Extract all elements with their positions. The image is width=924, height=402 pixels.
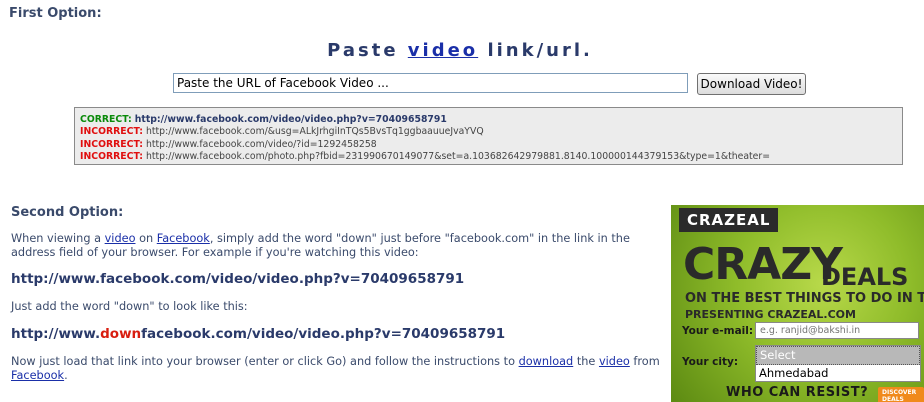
example-url: http://www.facebook.com/video/video.php?… (134, 114, 447, 125)
ad-headline-crazy: CRAZY (683, 239, 843, 290)
url2-down-highlight: down (100, 326, 142, 342)
url-example-row: INCORRECT: http://www.facebook.com/photo… (80, 151, 902, 163)
url-example-row: INCORRECT: http://www.facebook.com/video… (80, 139, 902, 151)
url-example-row: CORRECT: http://www.facebook.com/video/v… (80, 114, 902, 126)
example-url-original: http://www.facebook.com/video/video.php?… (11, 271, 465, 287)
download-video-button[interactable]: Download Video! (697, 73, 806, 95)
url-examples-box: CORRECT: http://www.facebook.com/video/v… (74, 107, 903, 165)
download-link[interactable]: download (519, 355, 574, 368)
url2-prefix: http://www. (11, 326, 101, 342)
ad-resist-text: WHO CAN RESIST? (726, 385, 869, 400)
ad-presenting: PRESENTING CRAZEAL.COM (685, 308, 856, 321)
video-url-input[interactable] (173, 73, 688, 93)
p1-text-1: When viewing a (11, 232, 105, 245)
url2-rest: facebook.com/video/video.php?v=704096587… (141, 326, 506, 342)
paste-video-instruction: Paste video link/url. (0, 40, 924, 61)
ad-city-select[interactable]: Select Ahmedabad (755, 345, 921, 382)
incorrect-label: INCORRECT: (80, 126, 144, 138)
p3-text-4: . (64, 369, 68, 382)
video-link-2[interactable]: video (105, 232, 136, 245)
ad-headline-deals: DEALS (821, 263, 909, 291)
p3-text-1: Now just load that link into your browse… (11, 355, 519, 368)
instruction-paragraph-2: Just add the word "down" to look like th… (11, 300, 248, 313)
instruction-paragraph-3: Now just load that link into your browse… (11, 355, 661, 383)
city-option[interactable]: Select (756, 346, 920, 365)
video-link-3[interactable]: video (599, 355, 630, 368)
ad-tagline: ON THE BEST THINGS TO DO IN TOWN (685, 291, 924, 306)
url-example-row: INCORRECT: http://www.facebook.com/&usg=… (80, 126, 902, 138)
p1-text-2: on (135, 232, 157, 245)
example-url: http://www.facebook.com/&usg=ALkJrhgiInT… (145, 126, 484, 138)
video-link[interactable]: video (408, 40, 478, 61)
ad-city-label: Your city: (682, 356, 739, 368)
incorrect-label: INCORRECT: (80, 138, 144, 150)
paste-suffix: link/url. (478, 40, 593, 61)
crazeal-logo: CRAZEAL (679, 208, 779, 232)
facebook-link-2[interactable]: Facebook (11, 369, 64, 382)
discover-deals-button[interactable]: DISCOVER DEALS (878, 387, 924, 402)
incorrect-label: INCORRECT: (80, 150, 144, 162)
paste-prefix: Paste (327, 40, 408, 61)
p3-text-2: the (573, 355, 599, 368)
crazeal-advertisement[interactable]: CRAZEAL CRAZY DEALS ON THE BEST THINGS T… (671, 205, 924, 402)
city-option[interactable]: Ahmedabad (756, 365, 920, 382)
first-option-heading: First Option: (9, 6, 102, 21)
second-option-heading: Second Option: (11, 205, 124, 220)
example-url: http://www.facebook.com/video/?id=129245… (145, 138, 377, 150)
example-url-modified: http://www.downfacebook.com/video/video.… (11, 326, 505, 342)
correct-label: CORRECT: (80, 114, 132, 125)
example-url: http://www.facebook.com/photo.php?fbid=2… (145, 150, 771, 162)
instruction-paragraph-1: When viewing a video on Facebook, simply… (11, 232, 661, 260)
p3-text-3: from (629, 355, 660, 368)
ad-email-label: Your e-mail: (682, 325, 754, 337)
ad-email-input[interactable] (755, 322, 919, 339)
facebook-link[interactable]: Facebook (157, 232, 210, 245)
